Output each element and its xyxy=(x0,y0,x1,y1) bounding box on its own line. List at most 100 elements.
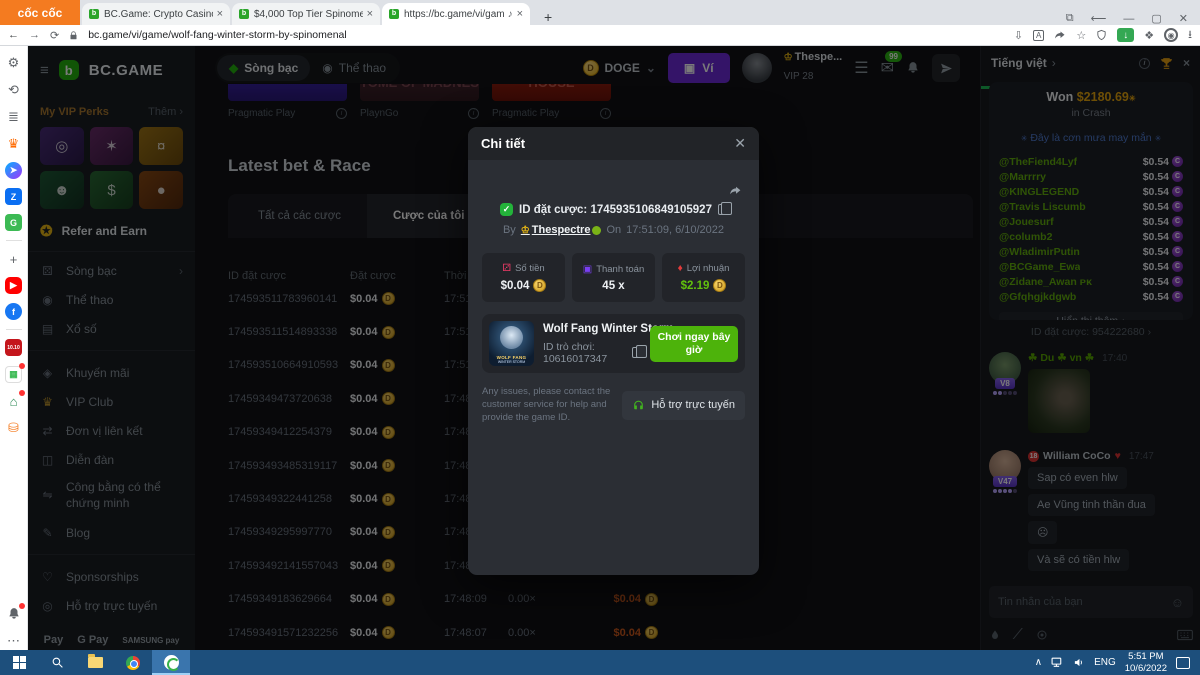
extensions-puzzle-icon[interactable]: ❖ xyxy=(1144,29,1154,42)
profit-icon: ♦ xyxy=(678,263,683,274)
gift-icon[interactable]: ▦ xyxy=(5,365,23,383)
hot-trending-icon[interactable]: ♛ xyxy=(5,135,23,153)
tab-close-icon[interactable]: × xyxy=(517,8,523,20)
copy-icon[interactable] xyxy=(632,347,641,358)
game-thumbnail[interactable]: WOLF FANGWINTER STORM xyxy=(489,321,534,366)
coccoc-logo[interactable]: cốc cốc xyxy=(0,0,80,25)
game-name: Wolf Fang Winter Storm xyxy=(543,323,641,335)
downloads-tray-icon[interactable]: ⭳ xyxy=(1188,26,1192,45)
file-explorer-icon[interactable] xyxy=(76,650,114,675)
history-clock-icon[interactable]: ⟲ xyxy=(5,81,23,99)
divider xyxy=(6,240,22,241)
game-card: WOLF FANGWINTER STORM Wolf Fang Winter S… xyxy=(482,314,745,373)
tab-close-icon[interactable]: × xyxy=(217,8,223,20)
headset-icon xyxy=(632,399,645,412)
close-button[interactable]: ✕ xyxy=(1179,12,1188,25)
chrome-icon[interactable] xyxy=(114,650,152,675)
stat-amount: $0.04 xyxy=(501,280,530,292)
translate-icon[interactable]: A xyxy=(1033,30,1044,41)
urlbar-actions: ⇩ A ☆ ↓ ❖ ◉ ⭳ xyxy=(1014,26,1192,45)
stat-value: $2.19D xyxy=(681,279,727,292)
tab-close-icon[interactable]: × xyxy=(367,8,373,20)
start-button[interactable] xyxy=(0,650,38,675)
stat-value: $0.04D xyxy=(501,279,547,292)
facebook-icon[interactable]: f xyxy=(5,303,22,320)
shop-icon[interactable]: ⌂ xyxy=(5,392,23,410)
tab-title: BC.Game: Crypto Casino Gam xyxy=(104,9,213,20)
stat-value: 45 x xyxy=(602,280,624,292)
stat-amount: 45 x xyxy=(602,280,624,292)
notifications-bell-icon[interactable] xyxy=(5,605,23,623)
live-support-button[interactable]: Hỗ trợ trực tuyến xyxy=(622,391,745,420)
tab-search-icon[interactable]: ⧉ xyxy=(1066,12,1074,25)
taskbar-search-icon[interactable] xyxy=(38,650,76,675)
browser-side-rail: ⚙ ⟲ ≣ ♛ ➤ Z G + ▶ f 10.10 ▦ ⌂ ⛁ ⋯ xyxy=(0,46,28,650)
bookmark-star-icon[interactable]: ☆ xyxy=(1076,29,1086,42)
action-center-icon[interactable] xyxy=(1176,657,1190,669)
download-active-icon[interactable]: ↓ xyxy=(1117,28,1134,42)
share-bet-icon[interactable] xyxy=(728,184,743,197)
reload-icon[interactable]: ⟳ xyxy=(50,29,59,42)
window-controls: ⧉ ⟵ — ▢ ✕ xyxy=(1066,12,1200,25)
forward-icon[interactable]: → xyxy=(29,29,40,41)
modal-bet-id: ID đặt cược: 1745935106849105927 xyxy=(519,204,712,216)
bcgame-page: ≡ b BC.GAME My VIP Perks Thêm › ◎✶¤☻$● ✪… xyxy=(28,46,1200,650)
shield-icon[interactable] xyxy=(1096,29,1107,41)
minimize-button[interactable]: — xyxy=(1123,13,1134,25)
language-indicator[interactable]: ENG xyxy=(1094,657,1116,668)
profile-icon[interactable]: ◉ xyxy=(1164,28,1178,42)
zalo-icon[interactable]: Z xyxy=(5,188,22,205)
cart-icon[interactable]: ⛁ xyxy=(5,419,23,437)
tab-title: https://bc.game/vi/game xyxy=(404,9,505,20)
messenger-icon[interactable]: ➤ xyxy=(5,162,22,179)
save-page-icon[interactable]: ⇩ xyxy=(1014,29,1023,42)
browser-tab[interactable]: b https://bc.game/vi/game♪ × xyxy=(382,3,530,25)
wallet-icon: ▣ xyxy=(583,264,592,275)
youtube-icon[interactable]: ▶ xyxy=(5,277,22,294)
browser-tab[interactable]: b $4,000 Top Tier Spinomenal × xyxy=(232,3,380,25)
crown-icon: ♔ xyxy=(521,225,530,236)
modal-close-icon[interactable]: ✕ xyxy=(734,135,746,152)
settings-gear-icon[interactable]: ⚙ xyxy=(5,54,23,72)
tab-title: $4,000 Top Tier Spinomenal xyxy=(254,9,363,20)
browser-tab[interactable]: bBC.Game: Crypto Casino Gam× xyxy=(82,3,230,25)
dice-icon: ⚂ xyxy=(502,263,511,274)
play-now-button[interactable]: Chơi ngay bây giờ xyxy=(650,326,738,362)
back-icon[interactable]: ← xyxy=(8,29,19,41)
tab-audio-icon[interactable]: ♪ xyxy=(508,9,513,20)
taskbar-clock[interactable]: 5:51 PM10/6/2022 xyxy=(1125,651,1167,675)
verified-icon: ✓ xyxy=(500,203,513,216)
game-id: ID trò chơi: 10616017347 xyxy=(543,341,626,365)
windows-taskbar: ∧ ENG 5:51 PM10/6/2022 xyxy=(0,650,1200,675)
share-icon[interactable] xyxy=(1054,29,1066,41)
history-arrow-icon[interactable]: ⟵ xyxy=(1091,12,1107,25)
browser-tab-strip: cốc cốc b BC.Game: Crypto Casino Gam × b $4,… xyxy=(0,0,1200,25)
modal-title: Chi tiết xyxy=(481,136,525,151)
sale-10-10-icon[interactable]: 10.10 xyxy=(5,339,22,356)
stat-label-text: Thanh toán xyxy=(596,264,644,275)
tab-favicon-icon: b xyxy=(239,9,249,19)
games-icon[interactable]: G xyxy=(5,214,22,231)
newsfeed-icon[interactable]: ≣ xyxy=(5,108,23,126)
bet-stats: ⚂Số tiền$0.04D▣Thanh toán45 x♦Lợi nhuận$… xyxy=(482,253,745,302)
add-shortcut-icon[interactable]: + xyxy=(5,250,23,268)
tabs-container: b BC.Game: Crypto Casino Gam × b $4,000 Top … xyxy=(80,3,530,25)
url-text[interactable]: bc.game/vi/game/wolf-fang-winter-storm-b… xyxy=(88,29,1004,41)
tray-chevron-icon[interactable]: ∧ xyxy=(1035,657,1042,668)
bet-user-link[interactable]: ♔Thespectre xyxy=(521,224,602,236)
coccoc-taskbar-icon[interactable] xyxy=(152,650,190,675)
more-options-icon[interactable]: ⋯ xyxy=(5,632,23,650)
new-tab-button[interactable]: + xyxy=(538,9,558,25)
support-note: Any issues, please contact the customer … xyxy=(482,386,612,424)
stat-amount: $2.19 xyxy=(681,280,710,292)
tab-favicon-icon: b xyxy=(389,9,399,19)
stat-label: ⚂Số tiền xyxy=(502,263,544,274)
volume-icon[interactable] xyxy=(1073,657,1085,668)
bet-details-modal: Chi tiết ✕ ✓ ID đặt cược: 17459351068491… xyxy=(468,127,759,575)
system-tray: ∧ ENG 5:51 PM10/6/2022 xyxy=(1035,651,1200,675)
maximize-button[interactable]: ▢ xyxy=(1151,12,1161,25)
copy-icon[interactable] xyxy=(718,204,727,215)
stat-box-1: ⚂Số tiền $0.04D xyxy=(482,253,565,302)
network-icon[interactable] xyxy=(1051,657,1064,668)
lock-icon xyxy=(69,30,78,41)
